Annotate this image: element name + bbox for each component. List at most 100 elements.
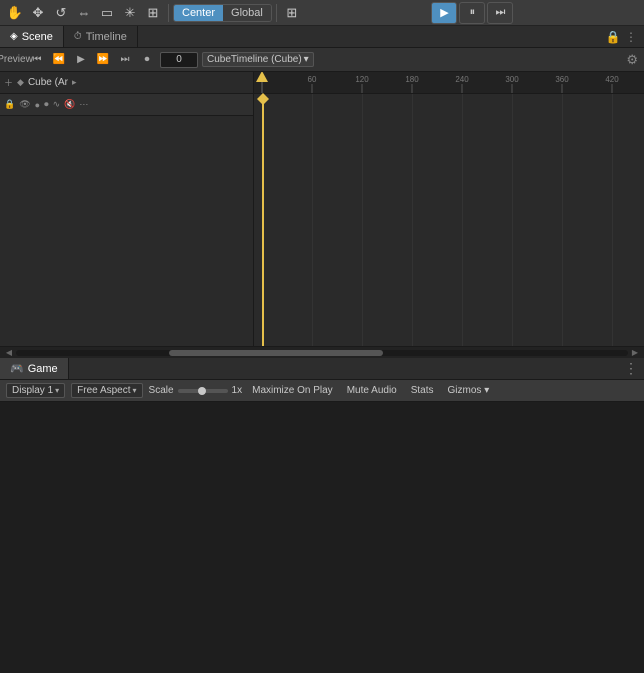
gizmos-button[interactable]: Gizmos ▾ xyxy=(444,384,494,397)
h-scrollbar: ◀ ▶ xyxy=(0,346,644,358)
grid-line-420 xyxy=(612,94,613,346)
pause-button[interactable]: ⏸ xyxy=(459,2,485,24)
sep1 xyxy=(168,4,169,22)
svg-text:420: 420 xyxy=(605,75,619,84)
track-header-row: ＋ ◆ Cube (Ar ▸ xyxy=(0,72,253,94)
aspect-label: Free Aspect xyxy=(77,385,130,396)
game-tab-label: Game xyxy=(28,363,58,375)
track-curve-icon[interactable]: ∿ xyxy=(53,99,61,110)
timeline-right: 0 60 120 180 240 300 360 420 xyxy=(254,72,644,346)
mute-audio-button[interactable]: Mute Audio xyxy=(343,384,401,397)
game-panel-more-icon[interactable]: ⋮ xyxy=(624,358,644,379)
hand-tool-icon[interactable]: ✋ xyxy=(4,2,26,24)
game-toolbar: Display 1 ▾ Free Aspect ▾ Scale 1x Maxim… xyxy=(0,380,644,402)
scene-icon: ◈ xyxy=(10,31,18,42)
maximize-on-play-button[interactable]: Maximize On Play xyxy=(248,384,337,397)
timeline-ruler: 0 60 120 180 240 300 360 420 xyxy=(254,72,644,94)
grid-line-240 xyxy=(462,94,463,346)
grid-line-180 xyxy=(412,94,413,346)
scene-timeline-tabbar: ◈ Scene ⏱ Timeline 🔒 ⋮ xyxy=(0,26,644,48)
game-panel: 🎮 Game ⋮ Display 1 ▾ Free Aspect ▾ Scale… xyxy=(0,358,644,402)
add-track-icon[interactable]: ＋ xyxy=(4,76,13,89)
playhead-diamond xyxy=(257,93,269,105)
tab-game[interactable]: 🎮 Game xyxy=(0,358,69,379)
display-label: Display 1 xyxy=(12,385,53,396)
scroll-right-icon[interactable]: ▶ xyxy=(630,349,640,357)
tl-settings-icon[interactable]: ⚙ xyxy=(626,52,638,68)
scale-slider[interactable] xyxy=(178,389,228,393)
scroll-track[interactable] xyxy=(16,350,628,356)
grid-icon[interactable]: ⊞ xyxy=(142,2,164,24)
track-mute-icon[interactable]: 🔇 xyxy=(64,99,75,110)
more-options-icon[interactable]: ⋮ xyxy=(624,30,638,44)
playhead[interactable] xyxy=(262,94,264,346)
custom-tool-icon[interactable]: ✳ xyxy=(119,2,141,24)
move-tool-icon[interactable]: ✥ xyxy=(27,2,49,24)
transform-tools: ✋ ✥ ↺ ⇔ ▭ ✳ ⊞ xyxy=(4,2,164,24)
tl-first-frame-button[interactable]: ⏮ xyxy=(28,51,46,69)
track-record-icon[interactable]: ⏺ xyxy=(44,99,49,110)
step-button[interactable]: ⏭ xyxy=(487,2,513,24)
game-icon: 🎮 xyxy=(10,362,24,375)
timeline-icon: ⏱ xyxy=(74,31,82,42)
tl-time-input[interactable] xyxy=(160,52,198,68)
track-area xyxy=(254,94,644,346)
scene-tab-label: Scene xyxy=(22,31,53,43)
tl-record-button[interactable]: ⏺ xyxy=(138,51,156,69)
preview-label: Preview xyxy=(6,51,24,69)
tl-next-frame-button[interactable]: ⏩ xyxy=(94,51,112,69)
track-expand-icon[interactable]: ▸ xyxy=(72,77,77,88)
gizmos-arrow-icon: ▾ xyxy=(484,385,489,396)
grid-line-300 xyxy=(512,94,513,346)
scale-value: 1x xyxy=(232,385,243,396)
diamond-icon: ◆ xyxy=(17,77,24,88)
game-tabbar: 🎮 Game ⋮ xyxy=(0,358,644,380)
track-dot-icon[interactable]: ● xyxy=(35,100,40,110)
aspect-dropdown[interactable]: Free Aspect ▾ xyxy=(71,383,142,398)
track-eye-icon[interactable]: 👁 xyxy=(19,99,30,110)
center-global-toggle: Center Global xyxy=(173,4,272,22)
timeline-body: ＋ ◆ Cube (Ar ▸ 🔒 👁 ● ⏺ ∿ 🔇 ⋯ xyxy=(0,72,644,346)
tl-last-frame-button[interactable]: ⏭ xyxy=(116,51,134,69)
lock-icon[interactable]: 🔒 xyxy=(606,30,620,44)
svg-text:120: 120 xyxy=(355,75,369,84)
play-button[interactable]: ▶ xyxy=(431,2,457,24)
stats-button[interactable]: Stats xyxy=(407,384,438,397)
scroll-left-icon[interactable]: ◀ xyxy=(4,349,14,357)
aspect-dropdown-arrow-icon: ▾ xyxy=(133,386,137,395)
tl-play-button[interactable]: ▶ xyxy=(72,51,90,69)
scale-dot xyxy=(198,387,206,395)
sep2 xyxy=(276,4,277,22)
grid-line-360 xyxy=(562,94,563,346)
svg-text:180: 180 xyxy=(405,75,419,84)
svg-text:60: 60 xyxy=(308,75,317,84)
display-dropdown[interactable]: Display 1 ▾ xyxy=(6,383,65,398)
tl-clip-dropdown[interactable]: CubeTimeline (Cube) ▾ xyxy=(202,52,314,67)
rect-tool-icon[interactable]: ▭ xyxy=(96,2,118,24)
tl-dropdown-arrow-icon: ▾ xyxy=(304,54,309,65)
tab-scene[interactable]: ◈ Scene xyxy=(0,26,64,47)
tab-timeline[interactable]: ⏱ Timeline xyxy=(64,26,138,47)
scale-tool-icon[interactable]: ⇔ xyxy=(73,2,95,24)
global-button[interactable]: Global xyxy=(223,5,271,21)
timeline-panel: Preview ⏮ ⏪ ▶ ⏩ ⏭ ⏺ CubeTimeline (Cube) … xyxy=(0,48,644,358)
rotate-tool-icon[interactable]: ↺ xyxy=(50,2,72,24)
tl-clip-label: CubeTimeline (Cube) xyxy=(207,54,302,65)
track-lock-icon[interactable]: 🔒 xyxy=(4,99,15,110)
svg-text:240: 240 xyxy=(455,75,469,84)
tl-prev-frame-button[interactable]: ⏪ xyxy=(50,51,68,69)
scroll-thumb[interactable] xyxy=(169,350,383,356)
track-controls-row: 🔒 👁 ● ⏺ ∿ 🔇 ⋯ xyxy=(0,94,253,116)
timeline-tracks-left: ＋ ◆ Cube (Ar ▸ 🔒 👁 ● ⏺ ∿ 🔇 ⋯ xyxy=(0,72,254,346)
extra-icon[interactable]: ⊞ xyxy=(281,2,303,24)
track-more-icon[interactable]: ⋯ xyxy=(79,99,88,110)
scale-control: Scale 1x xyxy=(149,385,243,396)
svg-text:360: 360 xyxy=(555,75,569,84)
grid-line-120 xyxy=(362,94,363,346)
display-dropdown-arrow-icon: ▾ xyxy=(55,386,59,395)
ruler-svg: 0 60 120 180 240 300 360 420 xyxy=(254,72,644,94)
timeline-controls-bar: Preview ⏮ ⏪ ▶ ⏩ ⏭ ⏺ CubeTimeline (Cube) … xyxy=(0,48,644,72)
track-name: Cube (Ar xyxy=(28,77,68,88)
center-button[interactable]: Center xyxy=(174,5,223,21)
window-controls: 🔒 ⋮ xyxy=(606,26,644,47)
